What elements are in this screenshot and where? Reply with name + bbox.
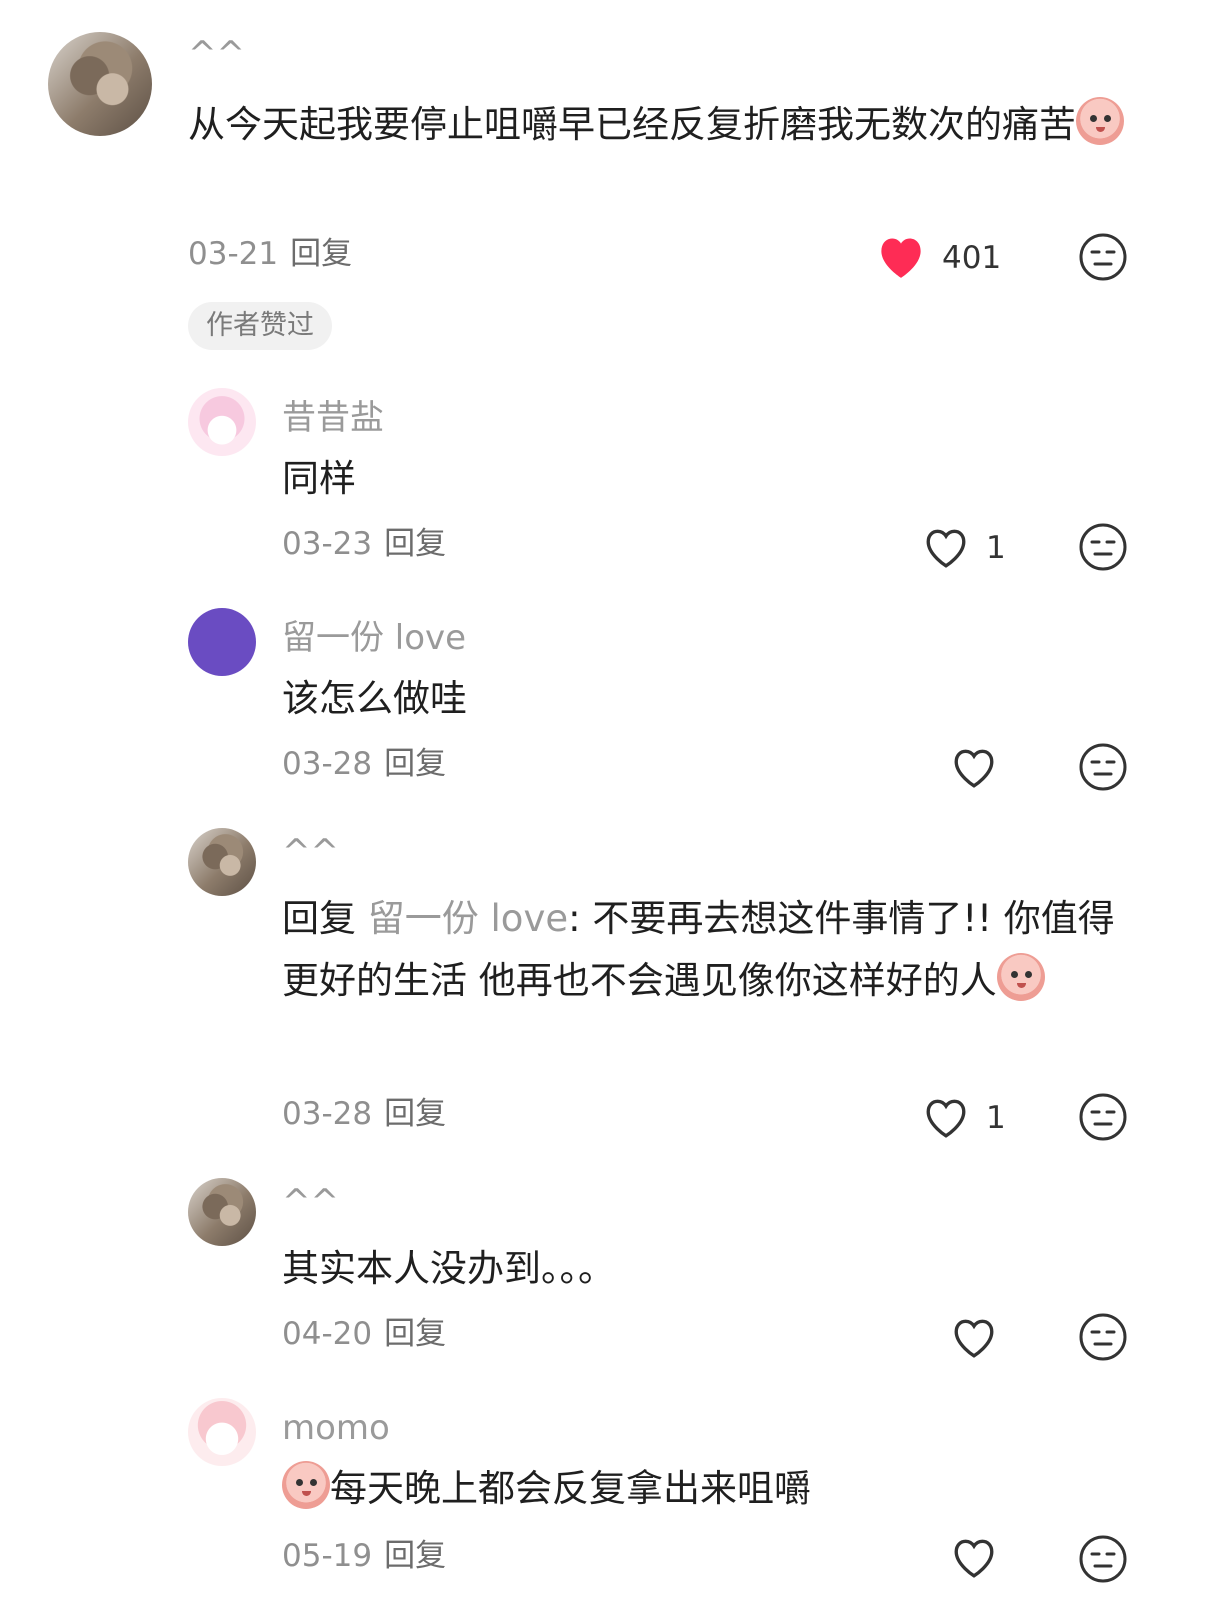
reply-prefix: 回复 bbox=[282, 897, 356, 940]
username[interactable]: ^^ bbox=[282, 1182, 339, 1222]
heart-outline-icon bbox=[954, 1319, 994, 1358]
reply-button[interactable]: 回复 bbox=[384, 1096, 446, 1132]
avatar[interactable] bbox=[188, 388, 256, 456]
reply-body: 每天晚上都会反复拿出来咀嚼 bbox=[330, 1467, 811, 1510]
reply-button[interactable]: 回复 bbox=[384, 1316, 446, 1352]
username[interactable]: 留一份 love bbox=[282, 618, 466, 658]
dislike-button[interactable] bbox=[1078, 1092, 1128, 1142]
crying-emoji-icon bbox=[1076, 97, 1124, 145]
reply-text: 同样 bbox=[282, 457, 356, 500]
heart-outline-icon bbox=[954, 1539, 994, 1578]
heart-outline-icon bbox=[926, 1099, 966, 1138]
username[interactable]: momo bbox=[282, 1408, 390, 1448]
avatar[interactable] bbox=[188, 1178, 256, 1246]
reply-button[interactable]: 回复 bbox=[384, 746, 446, 782]
neutral-face-icon bbox=[1079, 1093, 1127, 1141]
neutral-face-icon bbox=[1079, 523, 1127, 571]
reply-meta: 03-23 回复 bbox=[282, 526, 446, 562]
like-button[interactable] bbox=[948, 744, 1000, 790]
like-button[interactable] bbox=[920, 1094, 972, 1140]
reply-meta: 05-19 回复 bbox=[282, 1538, 446, 1574]
dislike-button[interactable] bbox=[1078, 232, 1128, 282]
avatar[interactable] bbox=[188, 828, 256, 896]
pleading-emoji-icon bbox=[996, 953, 1045, 1001]
like-button[interactable] bbox=[948, 1534, 1000, 1580]
like-count: 401 bbox=[942, 240, 1002, 276]
avatar[interactable] bbox=[188, 1398, 256, 1466]
username[interactable]: ^^ bbox=[282, 832, 339, 872]
reply-date: 03-23 bbox=[282, 526, 373, 562]
reply-date: 04-20 bbox=[282, 1316, 373, 1352]
crying-emoji-icon bbox=[282, 1461, 330, 1509]
dislike-button[interactable] bbox=[1078, 1312, 1128, 1362]
reply-text: 该怎么做哇 bbox=[282, 677, 467, 720]
comment-body: 从今天起我要停止咀嚼早已经反复折磨我无数次的痛苦 bbox=[188, 103, 1076, 146]
like-button[interactable] bbox=[948, 1314, 1000, 1360]
like-count: 1 bbox=[986, 1100, 1006, 1136]
reply-button[interactable]: 回复 bbox=[384, 526, 446, 562]
dislike-button[interactable] bbox=[1078, 1534, 1128, 1584]
reply-text: 每天晚上都会反复拿出来咀嚼 bbox=[282, 1458, 811, 1520]
reply-text: 回复 留一份 love: 不要再去想这件事情了!! 你值得更好的生活 他再也不会… bbox=[282, 888, 1122, 1012]
reply-button[interactable]: 回复 bbox=[290, 236, 352, 272]
reply-date: 03-28 bbox=[282, 1096, 373, 1132]
comment-text: 从今天起我要停止咀嚼早已经反复折磨我无数次的痛苦 bbox=[188, 94, 1138, 156]
heart-outline-icon bbox=[954, 749, 994, 788]
like-count: 1 bbox=[986, 530, 1006, 566]
reply-text: 其实本人没办到。。。 bbox=[282, 1247, 615, 1290]
dislike-button[interactable] bbox=[1078, 522, 1128, 572]
neutral-face-icon bbox=[1079, 1535, 1127, 1583]
username[interactable]: 昔昔盐 bbox=[282, 398, 384, 438]
reply-meta: 03-28 回复 bbox=[282, 1096, 446, 1132]
neutral-face-icon bbox=[1079, 743, 1127, 791]
reply-meta: 04-20 回复 bbox=[282, 1316, 446, 1352]
reply-date: 05-19 bbox=[282, 1538, 373, 1574]
author-liked-badge: 作者赞过 bbox=[188, 302, 332, 350]
like-button[interactable] bbox=[874, 232, 928, 280]
neutral-face-icon bbox=[1079, 233, 1127, 281]
comment-date: 03-21 bbox=[188, 236, 279, 272]
reply-meta: 03-28 回复 bbox=[282, 746, 446, 782]
like-button[interactable] bbox=[920, 524, 972, 570]
neutral-face-icon bbox=[1079, 1313, 1127, 1361]
avatar[interactable] bbox=[188, 608, 256, 676]
heart-outline-icon bbox=[926, 529, 966, 568]
dislike-button[interactable] bbox=[1078, 742, 1128, 792]
reply-date: 03-28 bbox=[282, 746, 373, 782]
comment-meta: 03-21 回复 bbox=[188, 236, 352, 272]
reply-button[interactable]: 回复 bbox=[384, 1538, 446, 1574]
mention-link[interactable]: 留一份 love bbox=[368, 897, 568, 940]
username[interactable]: ^^ bbox=[188, 34, 245, 74]
heart-icon bbox=[881, 238, 921, 278]
avatar[interactable] bbox=[48, 32, 152, 136]
